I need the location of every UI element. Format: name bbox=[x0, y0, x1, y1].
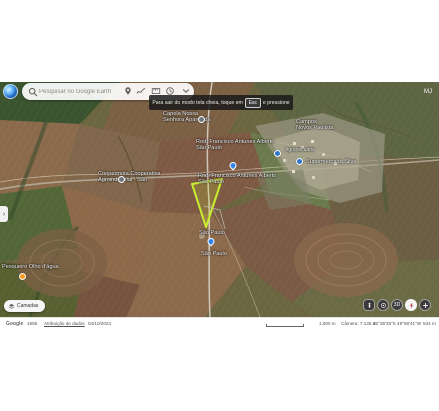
plus-icon bbox=[422, 302, 428, 308]
person-icon bbox=[368, 302, 370, 308]
scale-label: 1.000 m bbox=[319, 321, 336, 326]
agriculture-store-icon[interactable] bbox=[274, 150, 281, 157]
layers-button[interactable]: Camadas bbox=[4, 300, 45, 312]
compass-icon bbox=[409, 302, 413, 308]
fullscreen-message: Para sair do modo tela cheia, toque em E… bbox=[149, 95, 293, 110]
compass-button[interactable] bbox=[405, 299, 417, 311]
factory-icon[interactable] bbox=[118, 176, 125, 183]
coordinates: 22°35'35"S 49°59'41"W bbox=[373, 321, 422, 326]
map-controls: 3D bbox=[363, 299, 431, 311]
navigation-icon bbox=[380, 302, 386, 308]
imagery-year: 1985 bbox=[27, 321, 38, 326]
chevron-right-icon: › bbox=[2, 210, 6, 218]
google-earth-logo-icon[interactable] bbox=[3, 84, 18, 99]
elevation: 534 m bbox=[423, 321, 436, 326]
supermarket-icon[interactable] bbox=[296, 158, 303, 165]
navigation-button[interactable] bbox=[377, 299, 389, 311]
scale-bar bbox=[266, 324, 304, 327]
search-icon bbox=[28, 87, 38, 97]
collapse-panel-button[interactable]: › bbox=[0, 206, 8, 222]
3d-toggle-button[interactable]: 3D bbox=[391, 299, 403, 311]
imagery-date: 04/10/2023 bbox=[88, 321, 111, 326]
church-icon[interactable] bbox=[198, 116, 205, 123]
data-attribution-link[interactable]: Atribuição de dados bbox=[44, 321, 85, 326]
location-pin-icon-2[interactable] bbox=[208, 238, 215, 248]
profile-avatar[interactable]: MJ bbox=[421, 85, 435, 99]
zoom-control-button[interactable] bbox=[419, 299, 431, 311]
pegman-button[interactable] bbox=[363, 299, 375, 311]
camera-altitude: Câmera: 7.135 m bbox=[341, 321, 377, 326]
satellite-imagery bbox=[0, 82, 439, 317]
satellite-map[interactable]: Capela Nossa Senhora Aparecida Rod. Fran… bbox=[0, 82, 439, 317]
layers-icon bbox=[8, 303, 15, 310]
location-pin-icon[interactable] bbox=[230, 162, 237, 172]
fullscreen-message-text: Para sair do modo tela cheia, toque em bbox=[152, 99, 243, 106]
esc-key-badge: Esc bbox=[244, 97, 261, 108]
google-earth-screen: Capela Nossa Senhora Aparecida Rod. Fran… bbox=[0, 0, 439, 411]
status-bar: Google 1985 Atribuição de dados 04/10/20… bbox=[0, 317, 439, 329]
fullscreen-message-suffix: e pressione bbox=[262, 99, 290, 106]
layers-label: Camadas bbox=[17, 303, 39, 309]
search-input[interactable] bbox=[39, 84, 119, 99]
location-icon[interactable] bbox=[123, 86, 133, 96]
google-logo: Google bbox=[6, 321, 24, 327]
route-icon[interactable] bbox=[136, 86, 146, 96]
fishing-spot-icon[interactable] bbox=[19, 273, 26, 280]
